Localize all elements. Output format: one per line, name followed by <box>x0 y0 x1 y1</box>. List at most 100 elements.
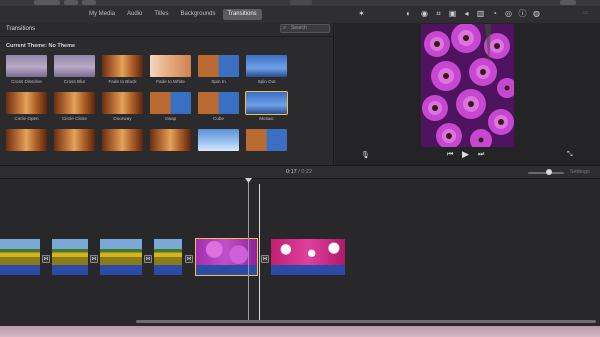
transition-icon[interactable]: ⋈ <box>42 255 50 263</box>
current-time: 0:17 <box>286 169 297 175</box>
transition-icon[interactable]: ⋈ <box>185 255 193 263</box>
color-correction-icon[interactable]: ◉ <box>420 9 429 18</box>
transition-item[interactable]: Circle Close <box>54 92 95 121</box>
viewer: 🎙︎ ⏮︎ ▶ ⏭︎ ⤡ <box>335 23 600 165</box>
transition-item[interactable]: Spin Out <box>246 55 287 84</box>
transition-item[interactable]: Mosaic <box>245 91 288 121</box>
transition-label: Circle Close <box>62 116 87 121</box>
clip-sunflower-1[interactable] <box>0 239 40 275</box>
tab-audio[interactable]: Audio <box>122 9 147 20</box>
crop-icon[interactable]: ⌗ <box>434 9 443 18</box>
transition-thumbnail <box>6 55 47 77</box>
microphone-icon[interactable]: 🎙︎ <box>361 151 370 159</box>
transition-label: Circle Open <box>14 116 39 121</box>
transitions-browser: Transitions ⌕ Search Current Theme: No T… <box>0 23 334 165</box>
tabs: My Media Audio Titles Backgrounds Transition… <box>84 9 262 20</box>
playhead[interactable] <box>259 184 260 320</box>
transition-label: Spin Out <box>257 79 276 84</box>
transition-thumbnail <box>198 92 239 114</box>
transition-item[interactable] <box>54 129 95 155</box>
panel-title: Transitions <box>6 26 36 32</box>
filter-icon[interactable]: ◎ <box>504 9 513 18</box>
fullscreen-icon[interactable]: ⤡ <box>567 151 573 159</box>
transition-thumbnail <box>6 129 47 151</box>
play-icon[interactable]: ▶ <box>462 149 469 160</box>
tab-my-media[interactable]: My Media <box>84 9 120 20</box>
transition-item[interactable] <box>102 129 143 155</box>
transition-icon[interactable]: ⋈ <box>144 255 152 263</box>
project-title <box>290 0 312 5</box>
media-tab-bar: My Media Audio Titles Backgrounds Transition… <box>0 6 334 23</box>
transition-label: Cross Blur <box>63 79 86 84</box>
transition-thumbnail <box>198 55 239 77</box>
transition-label: Fade to White <box>156 79 185 84</box>
settings-button[interactable]: Settings <box>570 169 590 175</box>
theme-label: Current Theme: No Theme <box>6 43 76 49</box>
transition-label: Cube <box>213 116 224 121</box>
tab-transitions[interactable]: Transitions <box>222 9 262 20</box>
speed-icon[interactable]: ◔ <box>490 9 499 18</box>
search-placeholder: Search <box>291 25 307 31</box>
transition-icon[interactable]: ⋈ <box>90 255 98 263</box>
media-button[interactable] <box>64 0 78 5</box>
transition-thumbnail <box>150 129 191 151</box>
transition-item[interactable]: Circle Open <box>6 92 47 121</box>
tab-backgrounds[interactable]: Backgrounds <box>176 9 221 20</box>
clip-sunflower-2[interactable] <box>52 239 88 275</box>
tab-titles[interactable]: Titles <box>149 9 173 20</box>
transition-icon[interactable]: ⋈ <box>261 255 269 263</box>
transition-thumbnail <box>54 129 95 151</box>
clip-sunflower-3[interactable] <box>100 239 142 275</box>
transition-thumbnail <box>54 55 95 77</box>
search-input[interactable]: ⌕ Search <box>280 24 330 33</box>
volume-icon[interactable]: ◂ <box>462 9 471 18</box>
transition-item[interactable]: Fade to White <box>150 55 191 84</box>
clip-pink-flowers[interactable] <box>271 239 345 275</box>
search-icon: ⌕ <box>283 25 287 31</box>
color-balance-icon[interactable]: ◐ <box>404 9 413 18</box>
transition-thumbnail <box>102 55 143 77</box>
timeline-scrollbar[interactable] <box>136 320 596 323</box>
transition-item[interactable]: Cube <box>198 92 239 121</box>
transition-label: Cross Dissolve <box>11 79 42 84</box>
transition-thumbnail <box>150 55 191 77</box>
projects-button[interactable] <box>34 0 60 5</box>
transition-thumbnail <box>150 92 191 114</box>
transition-label: Swap <box>164 116 177 121</box>
transition-item[interactable]: Fade to Black <box>102 55 143 84</box>
total-time: 0:22 <box>301 169 313 175</box>
reset-all-button[interactable]: ▭ <box>583 10 588 16</box>
transition-thumbnail <box>6 92 47 114</box>
transition-item[interactable]: Swap <box>150 92 191 121</box>
zoom-slider-knob[interactable] <box>546 169 552 175</box>
divider <box>0 36 334 37</box>
noise-reduction-icon[interactable]: ▥ <box>476 9 485 18</box>
timeline[interactable]: ⋈ ⋈ ⋈ ⋈ ⋈ <box>0 179 600 337</box>
transition-item[interactable]: Doorway <box>102 92 143 121</box>
info-icon[interactable]: ⓘ <box>518 9 527 18</box>
transition-item[interactable]: Cross Dissolve <box>6 55 47 84</box>
clip-info-icon[interactable]: ◍ <box>532 9 541 18</box>
transition-item[interactable] <box>198 129 239 155</box>
toolbar-button[interactable] <box>82 0 96 5</box>
transition-thumbnail <box>198 129 239 151</box>
transition-item[interactable]: Spin In <box>198 55 239 84</box>
transition-item[interactable] <box>246 129 287 155</box>
transition-label: Fade to Black <box>108 79 137 84</box>
preview-image <box>421 24 514 147</box>
magic-wand-icon[interactable]: ✶ <box>357 9 366 18</box>
previous-icon[interactable]: ⏮︎ <box>447 151 453 159</box>
transition-thumbnail <box>245 91 288 115</box>
clip-sunflower-4[interactable] <box>154 239 182 275</box>
stabilization-icon[interactable]: ▣ <box>448 9 457 18</box>
transition-item[interactable]: Cross Blur <box>54 55 95 84</box>
transition-label: Spin In <box>211 79 226 84</box>
share-button[interactable] <box>560 0 576 5</box>
transition-thumbnail <box>102 92 143 114</box>
next-icon[interactable]: ⏭︎ <box>478 151 484 159</box>
transition-label: Mosaic <box>259 116 274 121</box>
transition-item[interactable] <box>150 129 191 155</box>
transition-item[interactable] <box>6 129 47 155</box>
transition-thumbnail <box>246 55 287 77</box>
transition-thumbnail <box>102 129 143 151</box>
